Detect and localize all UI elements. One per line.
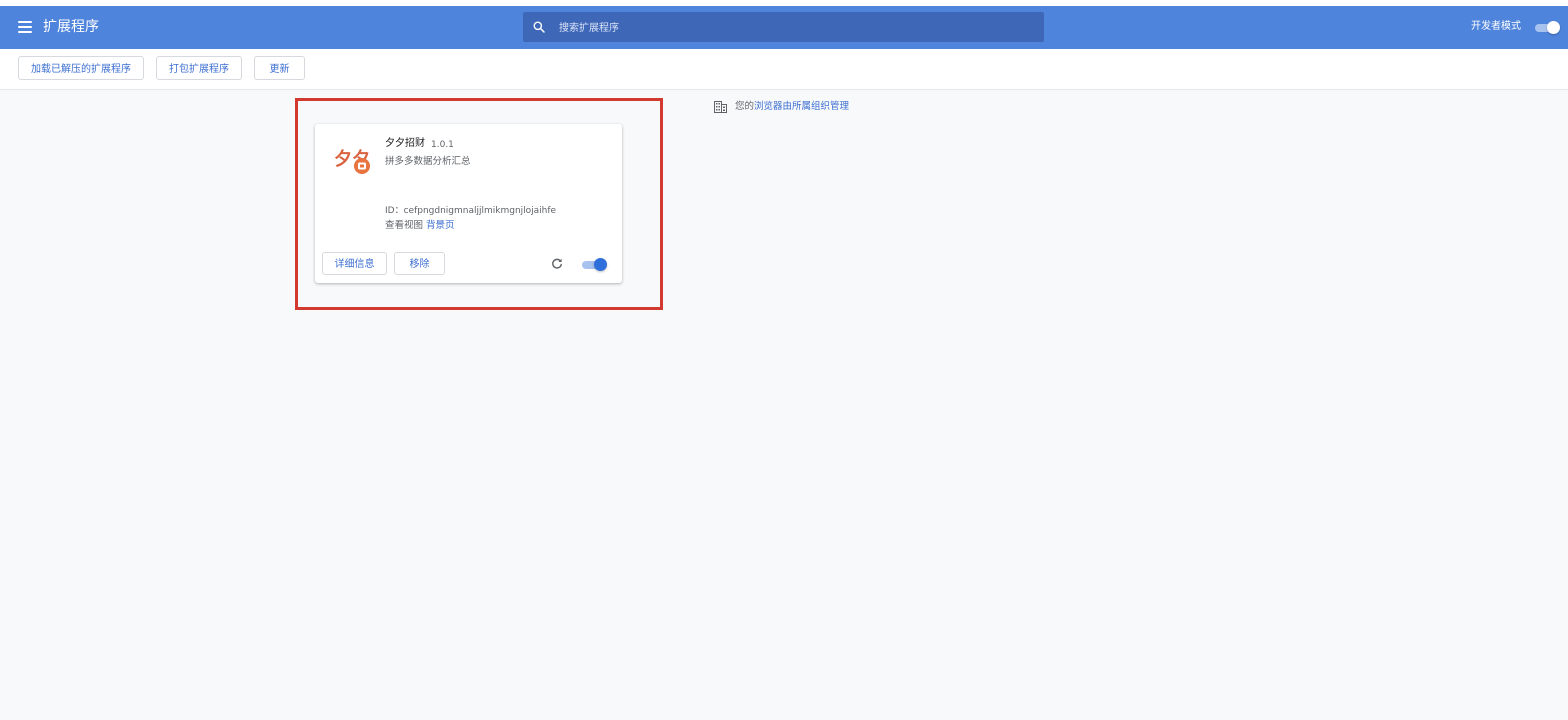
extension-card: 夕夕 夕夕招财 1.0.1 拼多多数据分析汇总 ID：cefpngdnigmna… [315,124,622,283]
dev-mode-label: 开发者模式 [1471,21,1521,32]
search-icon [533,21,545,33]
managed-notice-text: 您的浏览器由所属组织管理 [735,101,849,113]
pack-extension-button[interactable]: 打包扩展程序 [156,56,242,80]
extension-description: 拼多多数据分析汇总 [385,156,471,167]
extension-enable-toggle[interactable] [582,258,607,271]
extension-logo-icon: 夕夕 [334,148,370,174]
search-box[interactable] [523,12,1044,42]
details-button[interactable]: 详细信息 [322,252,387,275]
search-input[interactable] [557,18,1031,38]
extension-name: 夕夕招财 [385,138,425,149]
inspect-views-label: 查看视图 [385,220,424,231]
inspect-views: 查看视图 背景页 [385,220,455,232]
extension-id-label: ID： [385,206,404,216]
background-page-link[interactable]: 背景页 [426,220,455,231]
building-icon [714,101,727,113]
load-unpacked-button[interactable]: 加载已解压的扩展程序 [18,56,144,80]
extension-id-value: cefpngdnigmnaljjlmikmgnjlojaihfe [403,206,557,216]
page-title: 扩展程序 [43,19,99,35]
managed-notice-prefix: 您的 [735,101,755,112]
managed-notice-link[interactable]: 浏览器由所属组织管理 [754,101,849,112]
header-bar: 扩展程序 开发者模式 [0,6,1568,49]
menu-icon[interactable] [18,21,32,33]
dev-mode-toggle[interactable] [1535,21,1560,34]
remove-button[interactable]: 移除 [394,252,445,275]
extension-version: 1.0.1 [431,140,454,150]
extension-id: ID：cefpngdnigmnaljjlmikmgnjlojaihfe [385,205,556,217]
reload-icon[interactable] [551,258,563,270]
update-button[interactable]: 更新 [254,56,305,80]
toolbar: 加载已解压的扩展程序 打包扩展程序 更新 [0,49,1568,90]
